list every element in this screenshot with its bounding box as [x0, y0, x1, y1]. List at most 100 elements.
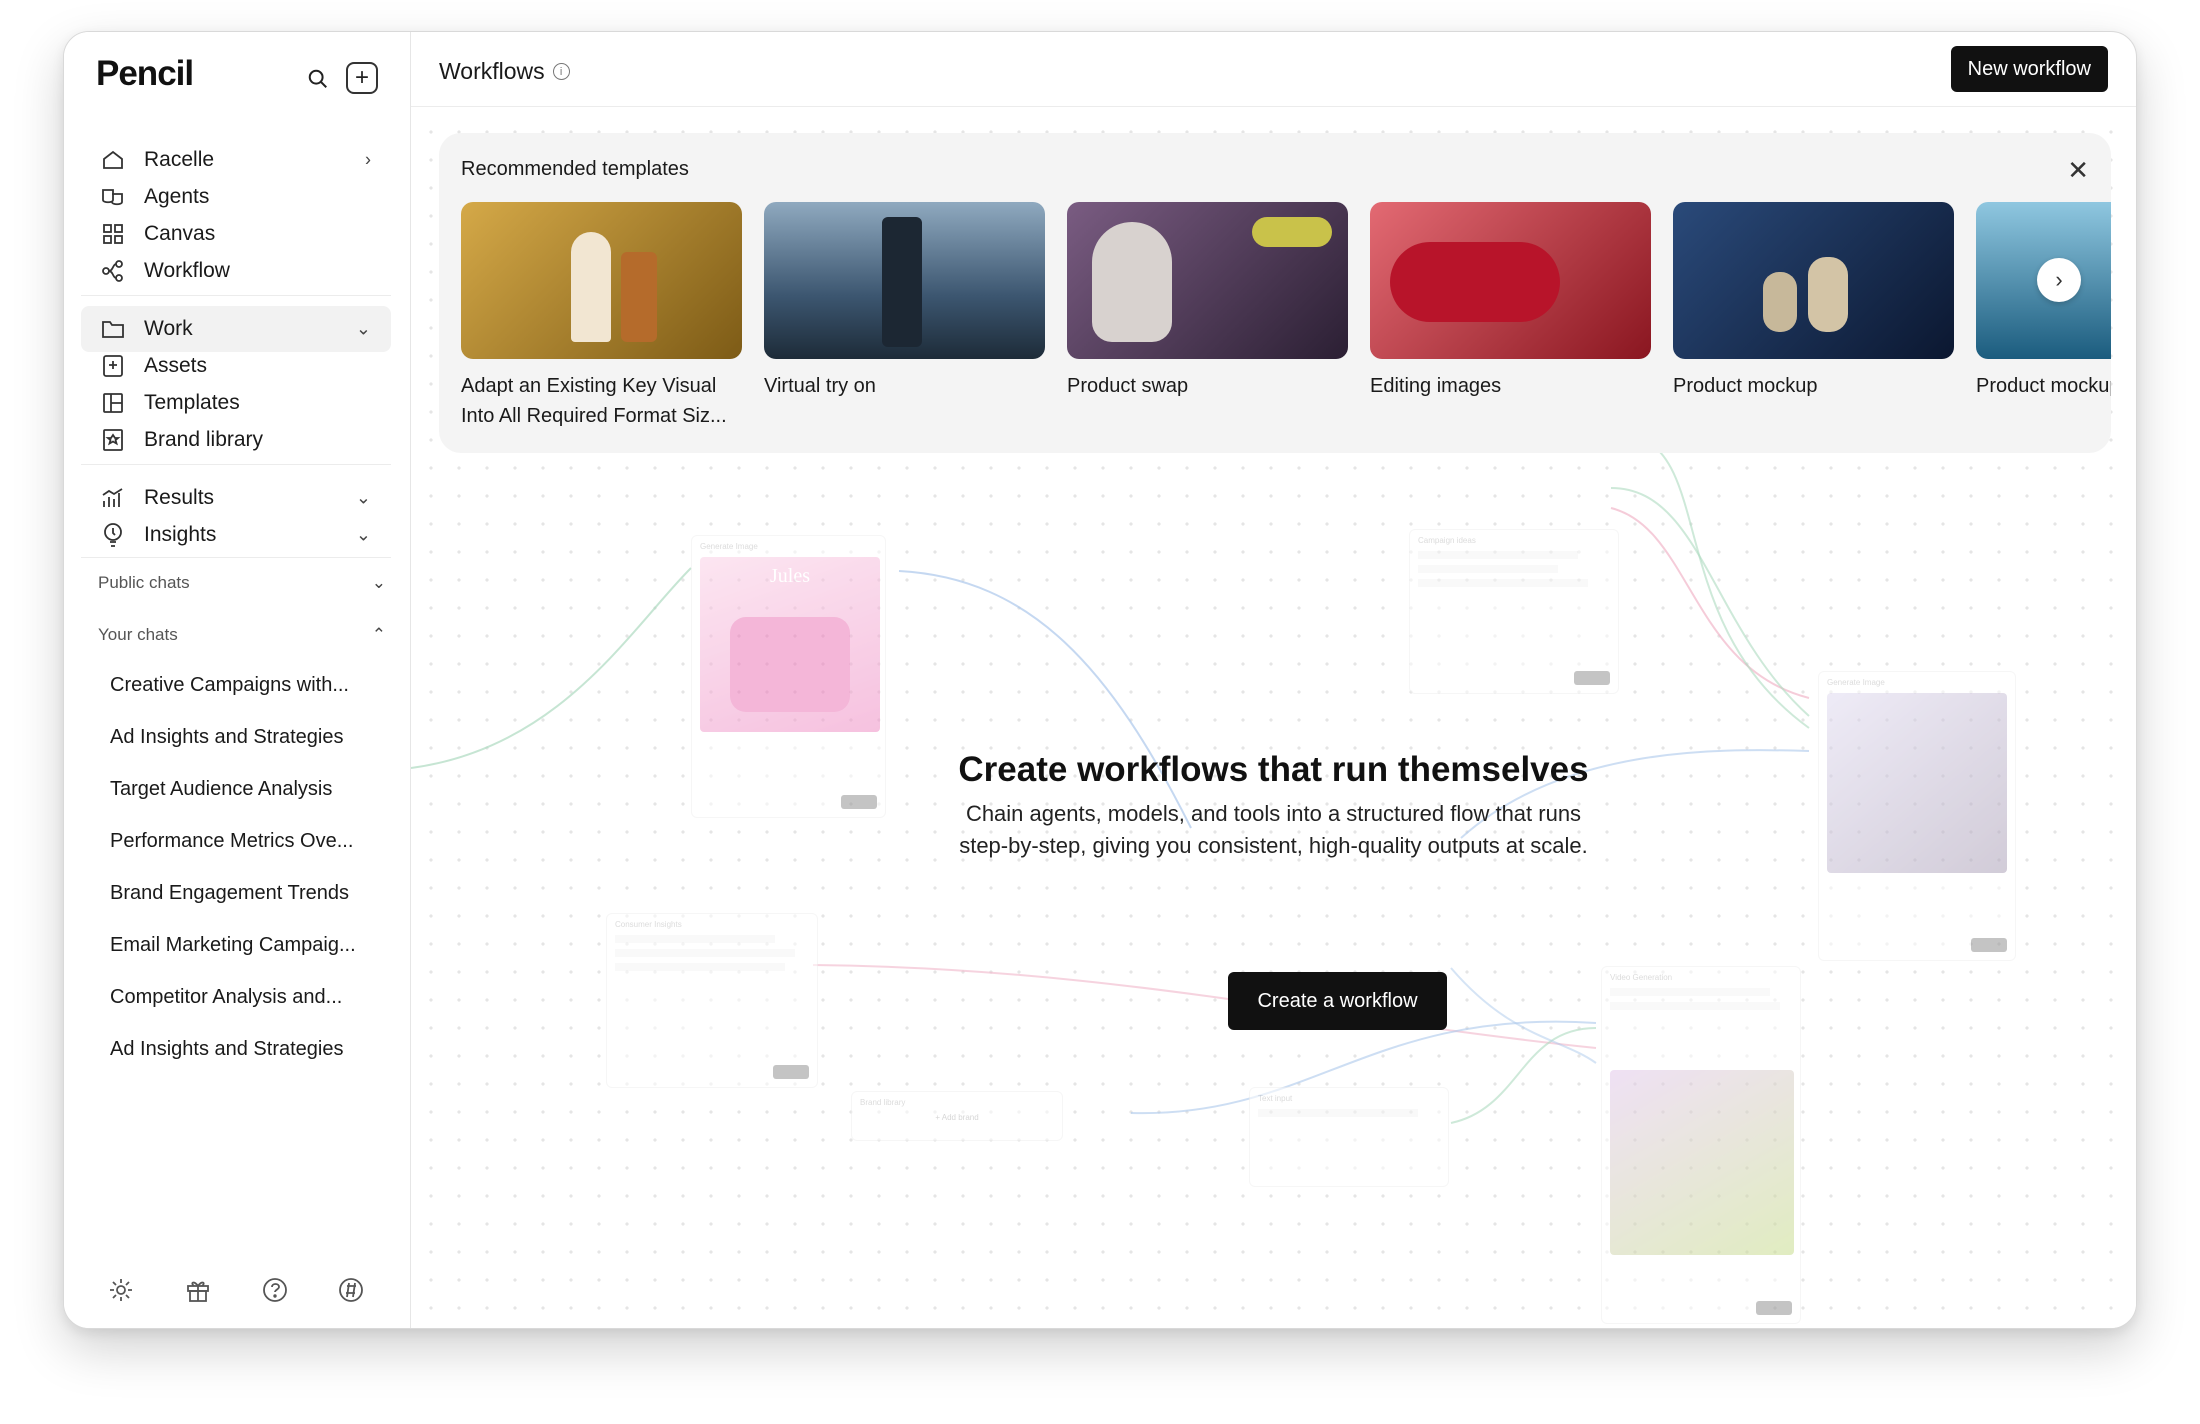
- app-window: Pencil + Racelle › Agents Canvas Workflo…: [63, 31, 2137, 1329]
- sidebar-item-workflow[interactable]: Workflow: [81, 248, 391, 294]
- sidebar-item-label: Canvas: [144, 222, 216, 245]
- description-line-1: Chain agents, models, and tools into a s…: [965, 801, 1582, 826]
- sidebar-item-label: Templates: [144, 391, 240, 414]
- chat-item[interactable]: Creative Campaigns with...: [110, 674, 380, 697]
- brand-icon: [100, 427, 126, 453]
- carousel-next-button[interactable]: ›: [2037, 258, 2081, 302]
- discord-icon[interactable]: [336, 1275, 366, 1305]
- campaign-ideas-node[interactable]: Campaign ideas: [1409, 529, 1619, 694]
- node-title: Text input: [1258, 1094, 1293, 1103]
- chart-icon: [100, 485, 126, 511]
- gift-icon[interactable]: [183, 1275, 213, 1305]
- page-header: Workflows i New workflow: [411, 32, 2136, 107]
- run-button[interactable]: [1756, 1301, 1792, 1315]
- template-label: Editing images: [1370, 375, 1502, 397]
- sidebar-divider: [81, 557, 391, 558]
- sidebar: Pencil + Racelle › Agents Canvas Workflo…: [64, 32, 411, 1328]
- main-area: Workflows i New workflow Generate Image …: [411, 32, 2136, 1328]
- public-chats-toggle[interactable]: Public chats ⌄: [98, 573, 388, 593]
- workflow-canvas[interactable]: Generate Image Jules Campaign ideas Gene…: [411, 108, 2136, 1328]
- node-title: Brand library: [860, 1098, 906, 1107]
- run-button[interactable]: [1574, 671, 1610, 685]
- chevron-down-icon: ⌄: [355, 487, 371, 508]
- template-thumbnail: [1067, 202, 1348, 359]
- chat-item[interactable]: Performance Metrics Ove...: [110, 830, 380, 853]
- settings-icon[interactable]: [106, 1275, 136, 1305]
- template-thumbnail: [1370, 202, 1651, 359]
- sidebar-item-label: Workflow: [144, 259, 230, 282]
- close-icon[interactable]: ✕: [2067, 155, 2089, 186]
- sidebar-item-label: Racelle: [144, 148, 215, 171]
- create-workflow-button[interactable]: Create a workflow: [1228, 972, 1447, 1030]
- new-chat-plus-icon[interactable]: +: [346, 62, 378, 94]
- page-title-text: Workflows: [439, 58, 545, 84]
- chat-item[interactable]: Target Audience Analysis: [110, 778, 380, 801]
- sidebar-item-label: Insights: [144, 523, 217, 546]
- node-title: Generate Image: [1827, 678, 1885, 687]
- node-title: Campaign ideas: [1418, 536, 1476, 545]
- template-label: Product mockup: [1976, 375, 2111, 397]
- your-chats-label: Your chats: [98, 625, 178, 644]
- template-card[interactable]: Product mockup: [1673, 202, 1954, 401]
- chat-item[interactable]: Email Marketing Campaig...: [110, 934, 380, 957]
- chat-item[interactable]: Brand Engagement Trends: [110, 882, 380, 905]
- template-card[interactable]: Product swap: [1067, 202, 1348, 401]
- consumer-insights-node[interactable]: Consumer Insights: [606, 913, 818, 1088]
- your-chats-toggle[interactable]: Your chats ⌃: [98, 625, 388, 645]
- chat-item[interactable]: Ad Insights and Strategies: [110, 726, 380, 749]
- info-icon[interactable]: i: [552, 63, 570, 80]
- run-button[interactable]: [1971, 938, 2007, 952]
- text-input-node[interactable]: Text input: [1249, 1087, 1449, 1187]
- template-thumbnail: [1673, 202, 1954, 359]
- assets-icon: [100, 353, 126, 379]
- empty-state-description: Chain agents, models, and tools into a s…: [411, 798, 2136, 862]
- run-button[interactable]: [773, 1065, 809, 1079]
- sidebar-divider: [81, 464, 391, 465]
- recommended-templates-panel: Recommended templates ✕ Adapt an Existin…: [439, 133, 2111, 453]
- public-chats-label: Public chats: [98, 573, 190, 592]
- search-icon[interactable]: [301, 62, 335, 96]
- new-workflow-button[interactable]: New workflow: [1950, 46, 2108, 92]
- brand-library-node[interactable]: Brand library + Add brand: [851, 1091, 1063, 1141]
- description-line-2: step-by-step, giving you consistent, hig…: [959, 833, 1588, 858]
- sidebar-item-brand-library[interactable]: Brand library: [81, 417, 391, 463]
- folder-icon: [100, 316, 126, 342]
- template-card[interactable]: Editing images: [1370, 202, 1651, 401]
- app-logo: Pencil: [96, 54, 194, 93]
- template-label: Adapt an Existing Key Visual Into All Re…: [461, 375, 727, 427]
- template-label: Product swap: [1067, 375, 1189, 397]
- chevron-down-icon: ⌄: [371, 573, 386, 592]
- chevron-down-icon: ⌄: [355, 318, 371, 339]
- sidebar-item-label: Agents: [144, 185, 210, 208]
- page-title: Workflows i: [439, 58, 570, 85]
- template-card[interactable]: Virtual try on: [764, 202, 1045, 401]
- sidebar-item-label: Work: [144, 317, 193, 340]
- jules-text: Jules: [770, 565, 810, 587]
- sidebar-item-label: Assets: [144, 354, 208, 377]
- video-thumbnail: [1610, 1070, 1794, 1255]
- pink-bag-image: Jules: [700, 557, 880, 732]
- template-thumbnail: [461, 202, 742, 359]
- workflow-icon: [100, 258, 126, 284]
- sidebar-item-label: Results: [144, 486, 215, 509]
- chat-item[interactable]: Competitor Analysis and...: [110, 986, 380, 1009]
- sidebar-divider: [81, 295, 391, 296]
- chevron-down-icon: ⌄: [355, 524, 371, 545]
- add-brand-link[interactable]: + Add brand: [860, 1113, 1054, 1122]
- template-card[interactable]: Adapt an Existing Key Visual Into All Re…: [461, 202, 742, 431]
- grid-icon: [100, 221, 126, 247]
- help-icon[interactable]: [260, 1275, 290, 1305]
- templates-icon: [100, 390, 126, 416]
- node-title: Generate Image: [700, 542, 758, 551]
- home-icon: [100, 147, 126, 173]
- sidebar-item-insights[interactable]: Insights ⌄: [81, 512, 391, 558]
- template-label: Virtual try on: [764, 375, 876, 397]
- sidebar-item-label: Brand library: [144, 428, 264, 451]
- video-generation-node[interactable]: Video Generation: [1601, 966, 1801, 1324]
- chevron-up-icon: ⌃: [371, 625, 386, 644]
- template-card[interactable]: Product mockup: [1976, 202, 2111, 401]
- chevron-right-icon: ›: [365, 149, 371, 170]
- chat-item[interactable]: Ad Insights and Strategies: [110, 1038, 380, 1061]
- recommended-title: Recommended templates: [461, 158, 689, 180]
- bulb-icon: [100, 522, 126, 548]
